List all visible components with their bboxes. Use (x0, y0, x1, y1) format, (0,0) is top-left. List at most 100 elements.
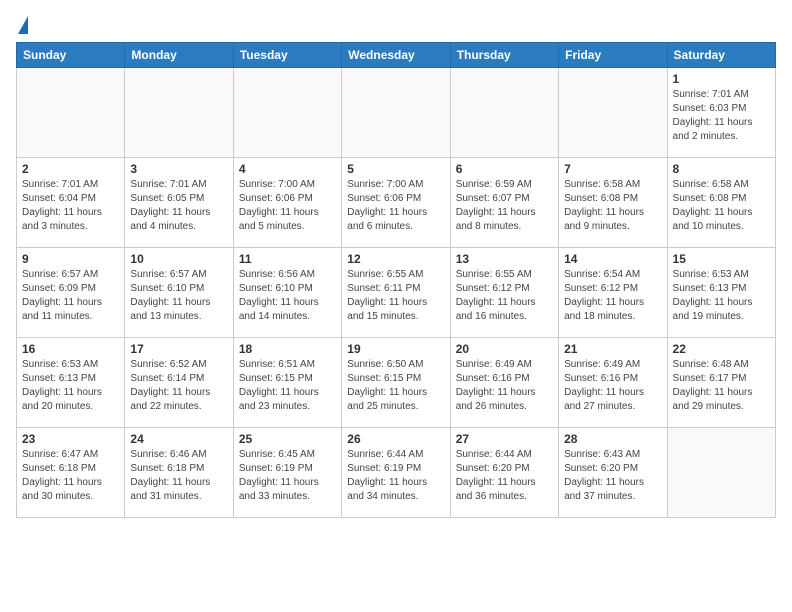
day-number: 2 (22, 162, 119, 176)
day-info: Sunrise: 6:57 AM Sunset: 6:09 PM Dayligh… (22, 268, 119, 324)
day-info: Sunrise: 7:01 AM Sunset: 6:03 PM Dayligh… (673, 88, 770, 144)
day-info: Sunrise: 6:55 AM Sunset: 6:12 PM Dayligh… (456, 268, 553, 324)
day-header-monday: Monday (125, 43, 233, 68)
calendar-cell: 23 Sunrise: 6:47 AM Sunset: 6:18 PM Dayli… (17, 428, 125, 518)
calendar-cell: 11 Sunrise: 6:56 AM Sunset: 6:10 PM Dayli… (233, 248, 341, 338)
day-info: Sunrise: 7:00 AM Sunset: 6:06 PM Dayligh… (239, 178, 336, 234)
day-number: 22 (673, 342, 770, 356)
page-header (16, 16, 776, 34)
calendar-cell: 21 Sunrise: 6:49 AM Sunset: 6:16 PM Dayli… (559, 338, 667, 428)
day-info: Sunrise: 6:48 AM Sunset: 6:17 PM Dayligh… (673, 358, 770, 414)
calendar-cell: 17Sunrise: 6:52 AM Sunset: 6:14 PM Dayli… (125, 338, 233, 428)
day-header-saturday: Saturday (667, 43, 775, 68)
calendar-table: SundayMondayTuesdayWednesdayThursdayFrid… (16, 42, 776, 518)
calendar-cell: 8 Sunrise: 6:58 AM Sunset: 6:08 PM Daylig… (667, 158, 775, 248)
day-info: Sunrise: 6:49 AM Sunset: 6:16 PM Dayligh… (456, 358, 553, 414)
calendar-cell (233, 68, 341, 158)
day-number: 14 (564, 252, 661, 266)
calendar-cell: 5 Sunrise: 7:00 AM Sunset: 6:06 PM Daylig… (342, 158, 450, 248)
calendar-cell (450, 68, 558, 158)
day-number: 13 (456, 252, 553, 266)
calendar-cell: 24 Sunrise: 6:46 AM Sunset: 6:18 PM Dayli… (125, 428, 233, 518)
calendar-cell: 3 Sunrise: 7:01 AM Sunset: 6:05 PM Daylig… (125, 158, 233, 248)
calendar-cell (125, 68, 233, 158)
day-info: Sunrise: 6:52 AM Sunset: 6:14 PM Dayligh… (130, 358, 227, 414)
logo-triangle-icon (18, 16, 28, 34)
logo (16, 16, 28, 34)
calendar-cell: 13 Sunrise: 6:55 AM Sunset: 6:12 PM Dayli… (450, 248, 558, 338)
day-info: Sunrise: 6:43 AM Sunset: 6:20 PM Dayligh… (564, 448, 661, 504)
day-number: 3 (130, 162, 227, 176)
day-number: 19 (347, 342, 444, 356)
calendar-cell: 10 Sunrise: 6:57 AM Sunset: 6:10 PM Dayli… (125, 248, 233, 338)
day-info: Sunrise: 6:56 AM Sunset: 6:10 PM Dayligh… (239, 268, 336, 324)
day-number: 20 (456, 342, 553, 356)
day-number: 27 (456, 432, 553, 446)
day-header-thursday: Thursday (450, 43, 558, 68)
day-number: 12 (347, 252, 444, 266)
day-info: Sunrise: 6:57 AM Sunset: 6:10 PM Dayligh… (130, 268, 227, 324)
calendar-cell: 14 Sunrise: 6:54 AM Sunset: 6:12 PM Dayli… (559, 248, 667, 338)
day-number: 1 (673, 72, 770, 86)
day-number: 7 (564, 162, 661, 176)
calendar-cell: 16 Sunrise: 6:53 AM Sunset: 6:13 PM Dayli… (17, 338, 125, 428)
day-info: Sunrise: 6:50 AM Sunset: 6:15 PM Dayligh… (347, 358, 444, 414)
day-number: 18 (239, 342, 336, 356)
day-info: Sunrise: 7:00 AM Sunset: 6:06 PM Dayligh… (347, 178, 444, 234)
day-info: Sunrise: 6:49 AM Sunset: 6:16 PM Dayligh… (564, 358, 661, 414)
calendar-cell: 22 Sunrise: 6:48 AM Sunset: 6:17 PM Dayli… (667, 338, 775, 428)
day-info: Sunrise: 6:51 AM Sunset: 6:15 PM Dayligh… (239, 358, 336, 414)
calendar-cell: 4 Sunrise: 7:00 AM Sunset: 6:06 PM Daylig… (233, 158, 341, 248)
day-info: Sunrise: 6:58 AM Sunset: 6:08 PM Dayligh… (673, 178, 770, 234)
day-info: Sunrise: 6:44 AM Sunset: 6:20 PM Dayligh… (456, 448, 553, 504)
calendar-cell: 25 Sunrise: 6:45 AM Sunset: 6:19 PM Dayli… (233, 428, 341, 518)
day-number: 8 (673, 162, 770, 176)
day-info: Sunrise: 7:01 AM Sunset: 6:04 PM Dayligh… (22, 178, 119, 234)
day-number: 21 (564, 342, 661, 356)
calendar-cell: 19 Sunrise: 6:50 AM Sunset: 6:15 PM Dayli… (342, 338, 450, 428)
calendar-cell: 2 Sunrise: 7:01 AM Sunset: 6:04 PM Daylig… (17, 158, 125, 248)
day-number: 15 (673, 252, 770, 266)
day-header-friday: Friday (559, 43, 667, 68)
calendar-cell (17, 68, 125, 158)
calendar-cell: 12 Sunrise: 6:55 AM Sunset: 6:11 PM Dayli… (342, 248, 450, 338)
calendar-week-row: 16 Sunrise: 6:53 AM Sunset: 6:13 PM Dayli… (17, 338, 776, 428)
day-number: 23 (22, 432, 119, 446)
day-number: 4 (239, 162, 336, 176)
calendar-cell (667, 428, 775, 518)
calendar-header-row: SundayMondayTuesdayWednesdayThursdayFrid… (17, 43, 776, 68)
calendar-cell (559, 68, 667, 158)
day-number: 6 (456, 162, 553, 176)
day-header-sunday: Sunday (17, 43, 125, 68)
day-info: Sunrise: 6:44 AM Sunset: 6:19 PM Dayligh… (347, 448, 444, 504)
day-info: Sunrise: 6:46 AM Sunset: 6:18 PM Dayligh… (130, 448, 227, 504)
calendar-cell: 6 Sunrise: 6:59 AM Sunset: 6:07 PM Daylig… (450, 158, 558, 248)
calendar-cell: 15 Sunrise: 6:53 AM Sunset: 6:13 PM Dayli… (667, 248, 775, 338)
calendar-cell: 18 Sunrise: 6:51 AM Sunset: 6:15 PM Dayli… (233, 338, 341, 428)
day-info: Sunrise: 6:53 AM Sunset: 6:13 PM Dayligh… (22, 358, 119, 414)
calendar-cell: 20 Sunrise: 6:49 AM Sunset: 6:16 PM Dayli… (450, 338, 558, 428)
day-number: 26 (347, 432, 444, 446)
day-info: Sunrise: 6:59 AM Sunset: 6:07 PM Dayligh… (456, 178, 553, 234)
day-header-wednesday: Wednesday (342, 43, 450, 68)
day-info: Sunrise: 6:53 AM Sunset: 6:13 PM Dayligh… (673, 268, 770, 324)
calendar-cell: 28 Sunrise: 6:43 AM Sunset: 6:20 PM Dayli… (559, 428, 667, 518)
day-info: Sunrise: 6:55 AM Sunset: 6:11 PM Dayligh… (347, 268, 444, 324)
calendar-cell: 7Sunrise: 6:58 AM Sunset: 6:08 PM Daylig… (559, 158, 667, 248)
day-number: 10 (130, 252, 227, 266)
day-number: 9 (22, 252, 119, 266)
day-number: 24 (130, 432, 227, 446)
day-info: Sunrise: 6:47 AM Sunset: 6:18 PM Dayligh… (22, 448, 119, 504)
day-number: 16 (22, 342, 119, 356)
calendar-cell: 1 Sunrise: 7:01 AM Sunset: 6:03 PM Daylig… (667, 68, 775, 158)
calendar-cell: 26 Sunrise: 6:44 AM Sunset: 6:19 PM Dayli… (342, 428, 450, 518)
day-number: 25 (239, 432, 336, 446)
day-number: 5 (347, 162, 444, 176)
calendar-cell: 9 Sunrise: 6:57 AM Sunset: 6:09 PM Daylig… (17, 248, 125, 338)
day-info: Sunrise: 7:01 AM Sunset: 6:05 PM Dayligh… (130, 178, 227, 234)
day-info: Sunrise: 6:54 AM Sunset: 6:12 PM Dayligh… (564, 268, 661, 324)
day-number: 28 (564, 432, 661, 446)
day-info: Sunrise: 6:45 AM Sunset: 6:19 PM Dayligh… (239, 448, 336, 504)
day-number: 11 (239, 252, 336, 266)
calendar-week-row: 2 Sunrise: 7:01 AM Sunset: 6:04 PM Daylig… (17, 158, 776, 248)
